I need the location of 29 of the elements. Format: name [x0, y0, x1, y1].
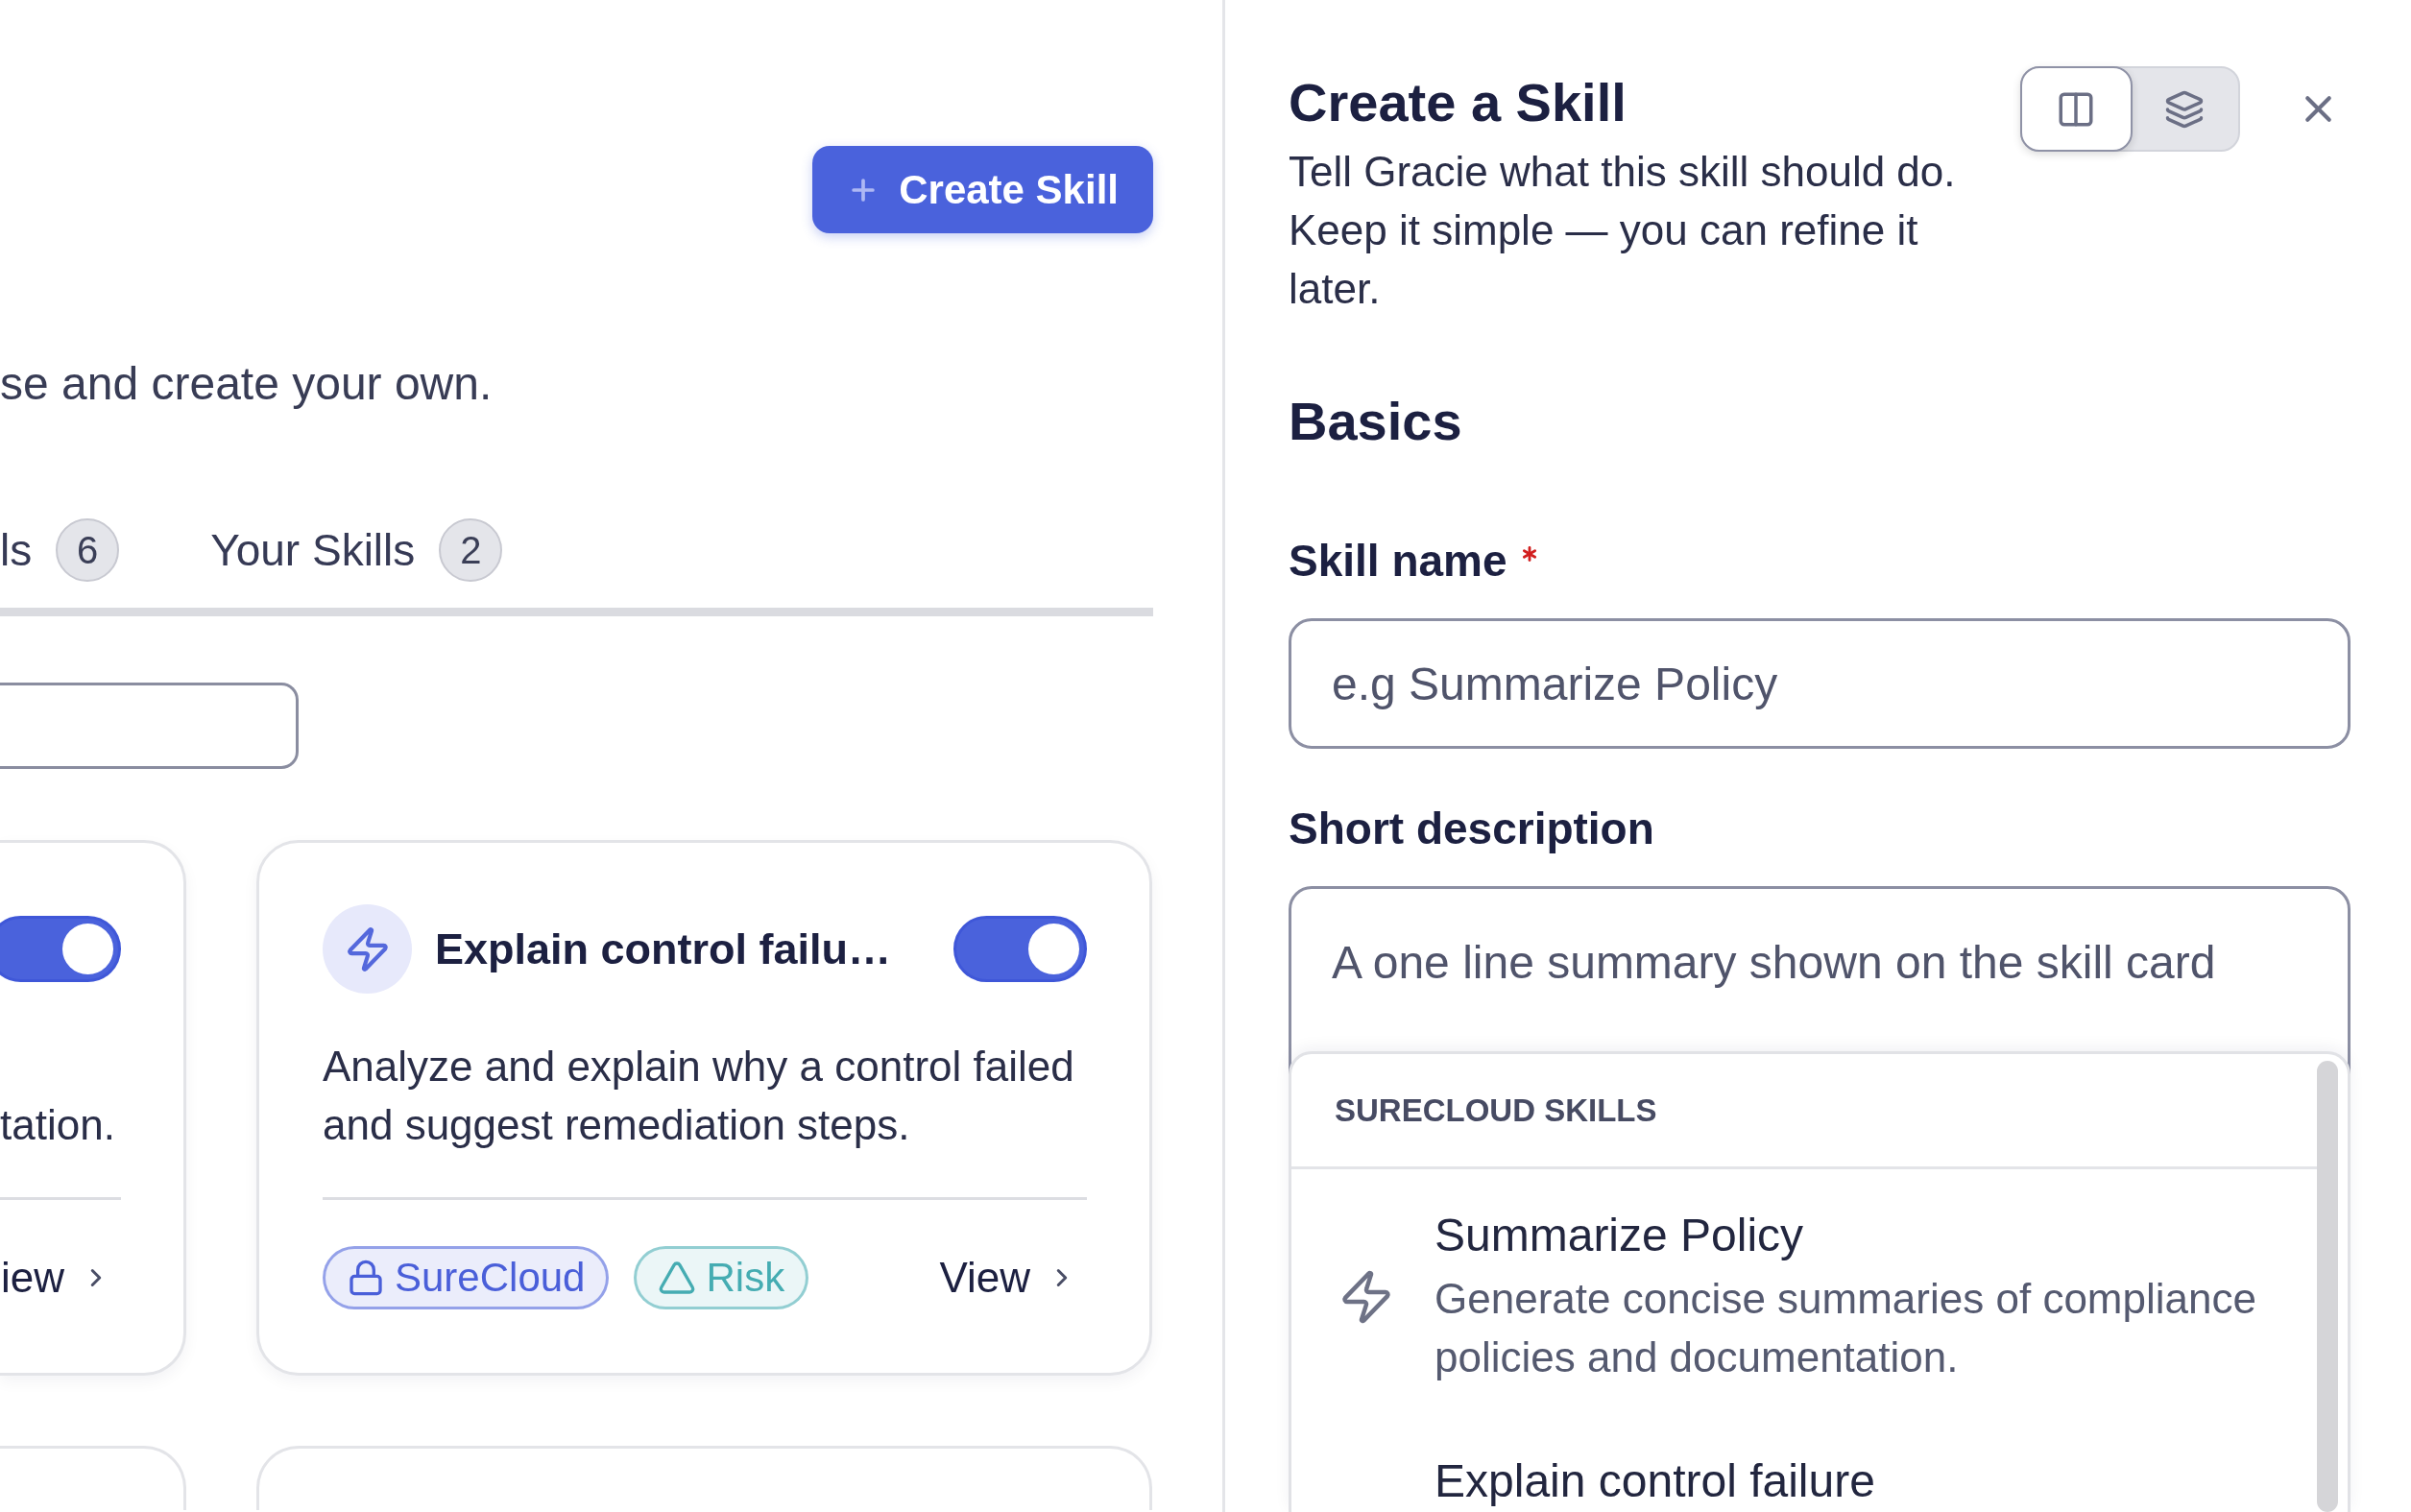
tag-label: Risk — [706, 1255, 785, 1301]
page-subtitle: se and create your own. — [0, 357, 493, 411]
search-field[interactable] — [0, 683, 299, 769]
toggle-switch[interactable] — [0, 916, 121, 982]
field-label: Skill name — [1289, 535, 1507, 588]
tab[interactable]: ls 6 — [0, 518, 120, 582]
skill-title: Explain control failu… — [435, 923, 892, 975]
lock-icon — [347, 1259, 385, 1297]
count-badge: 6 — [56, 518, 120, 582]
skill-description: tation. — [0, 1100, 115, 1150]
input-field[interactable]: e.g Summarize Policy — [1289, 618, 2351, 749]
suggestion-title[interactable]: Summarize Policy — [1435, 1207, 1804, 1264]
create-skill-button[interactable]: Create Skill — [812, 146, 1153, 233]
tab[interactable]: Your Skills 2 — [210, 518, 503, 582]
count-badge: 2 — [439, 518, 503, 582]
view-link[interactable]: iew — [0, 1254, 110, 1302]
triangle-icon — [658, 1259, 697, 1297]
suggestion-title[interactable]: Explain control failure — [1435, 1452, 1875, 1510]
scrollbar-thumb[interactable] — [2317, 1061, 2338, 1512]
field-label: Short description — [1289, 803, 1654, 855]
section-title: Basics — [1289, 390, 1462, 453]
view-link[interactable]: View — [939, 1254, 1076, 1302]
split-view-button[interactable] — [2020, 66, 2133, 152]
layers-icon — [2163, 88, 2205, 130]
tag-label: SureCloud — [395, 1255, 586, 1301]
panel-title: Create a Skill — [1289, 71, 1627, 134]
skill-description: Analyze and explain why a control failed and suggest remediation steps. — [323, 1042, 1075, 1150]
panel-subtitle: Tell Gracie what this skill should do. Keep it simple — you can refine it later. — [1289, 147, 1957, 314]
suggestion-description: Generate concise summaries of compliance policies and documentation. — [1435, 1274, 2257, 1382]
